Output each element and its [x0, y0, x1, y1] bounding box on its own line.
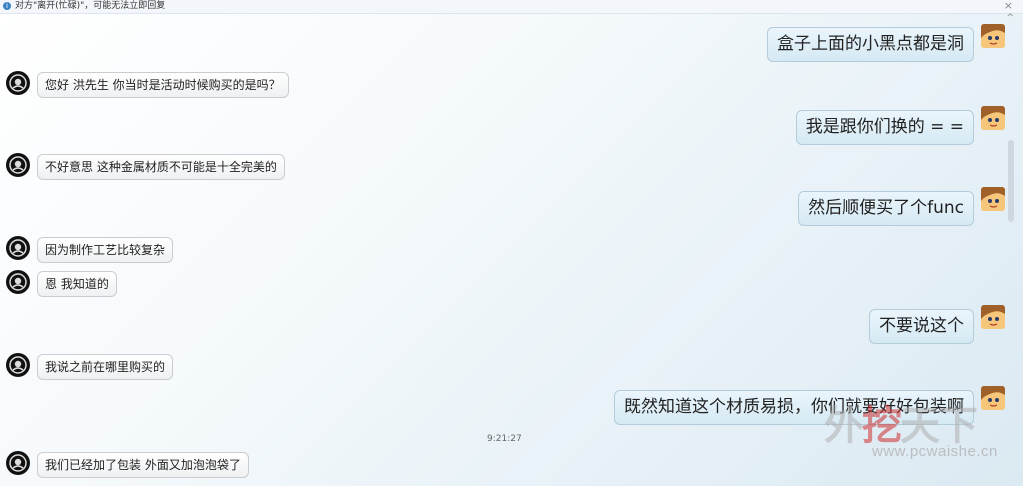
message-bubble-outgoing[interactable]: 不要说这个 [869, 309, 974, 344]
message-bubble-incoming[interactable]: 我们已经加了包装 外面又加泡泡袋了 [37, 452, 249, 478]
contact-avatar[interactable] [6, 270, 30, 294]
scrollbar-thumb[interactable] [1008, 140, 1014, 222]
my-avatar[interactable] [981, 187, 1005, 211]
contact-avatar[interactable] [6, 236, 30, 260]
my-avatar[interactable] [981, 106, 1005, 130]
status-bar: i 对方"离开(忙碌)"，可能无法立即回复 [0, 0, 1023, 14]
message-bubble-incoming[interactable]: 恩 我知道的 [37, 271, 117, 297]
message-bubble-outgoing[interactable]: 然后顺便买了个func [798, 191, 974, 226]
message-bubble-incoming[interactable]: 我说之前在哪里购买的 [37, 354, 174, 380]
message-timestamp: 9:21:27 [487, 434, 522, 444]
contact-avatar[interactable] [6, 353, 30, 377]
info-icon: i [3, 2, 11, 10]
message-bubble-outgoing[interactable]: 我是跟你们换的 = = [795, 110, 974, 145]
message-bubble-incoming[interactable]: 因为制作工艺比较复杂 [37, 237, 174, 263]
message-bubble-incoming[interactable]: 您好 洪先生 你当时是活动时候购买的是吗？ [37, 72, 289, 98]
status-message: 对方"离开(忙碌)"，可能无法立即回复 [15, 1, 166, 11]
contact-avatar[interactable] [6, 71, 30, 95]
message-bubble-incoming[interactable]: 不好意思 这种金属材质不可能是十全完美的 [37, 154, 285, 180]
close-icon[interactable]: × [1004, 0, 1013, 12]
my-avatar[interactable] [981, 24, 1005, 48]
watermark-url: www.pcwaishe.cn [872, 443, 998, 460]
watermark: 外挖天下 www.pcwaishe.cn [822, 385, 1022, 475]
my-avatar[interactable] [981, 305, 1005, 329]
contact-avatar[interactable] [6, 153, 30, 177]
message-bubble-outgoing[interactable]: 盒子上面的小黑点都是洞 [767, 27, 974, 62]
contact-avatar[interactable] [6, 451, 30, 475]
collapse-icon[interactable]: ^ [1006, 13, 1014, 23]
